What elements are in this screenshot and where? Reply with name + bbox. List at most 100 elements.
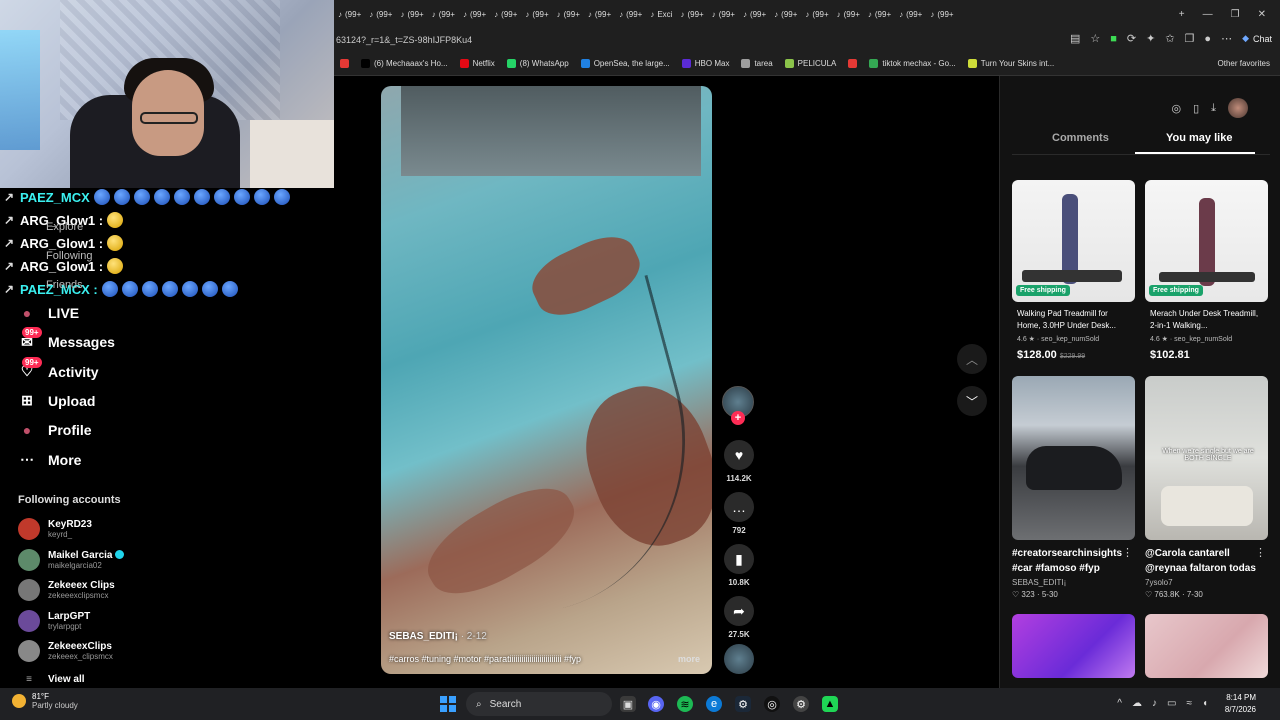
edge-icon[interactable]: e: [706, 696, 722, 712]
bookmark-item[interactable]: [334, 59, 355, 68]
video-author[interactable]: 7ysolo7: [1145, 578, 1268, 587]
browser-tab[interactable]: ♪ (99+: [739, 0, 770, 28]
wifi-icon[interactable]: ≈: [1186, 698, 1192, 709]
reader-icon[interactable]: ▤: [1070, 32, 1080, 45]
video-author[interactable]: SEBAS_EDITI¡ · 2-12: [389, 631, 487, 642]
sidebar-item-more[interactable]: ⋯ More: [18, 451, 81, 469]
browser-tab[interactable]: ♪ (99+: [490, 0, 521, 28]
download-icon[interactable]: ⤓: [1211, 102, 1216, 115]
discord-icon[interactable]: ◉: [648, 696, 664, 712]
star-icon[interactable]: ☆: [1090, 32, 1100, 45]
browser-tab[interactable]: ♪ (99+: [895, 0, 926, 28]
share-icon[interactable]: ➦: [724, 596, 754, 626]
volume-icon[interactable]: ◖: [1202, 698, 1208, 709]
windows-start-icon[interactable]: [440, 696, 456, 712]
bookmark-item[interactable]: HBO Max: [676, 59, 736, 68]
favorites-icon[interactable]: ✩: [1165, 32, 1174, 45]
sidebar-item-live[interactable]: ● LIVE: [18, 304, 79, 322]
previous-video-button[interactable]: ︿: [957, 344, 987, 374]
app-icon[interactable]: ▲: [822, 696, 838, 712]
user-avatar[interactable]: [1228, 98, 1248, 118]
settings-icon[interactable]: ⚙: [793, 696, 809, 712]
bookmark-item[interactable]: OpenSea, the large...: [575, 59, 676, 68]
browser-tab[interactable]: ♪ Exci: [646, 0, 676, 28]
spotify-icon[interactable]: ≋: [677, 696, 693, 712]
share-action[interactable]: ➦ 27.5K: [722, 596, 756, 639]
video-thumbnail[interactable]: [1145, 614, 1268, 678]
maximize-icon[interactable]: ❐: [1231, 9, 1240, 20]
bookmark-item[interactable]: PELICULA: [779, 59, 843, 68]
video-card[interactable]: When we're single but we are BOTH SINGLE…: [1145, 376, 1268, 599]
following-account[interactable]: Zekeeex Clips zekeeexclipsmcx: [18, 579, 115, 602]
product-thumbnail[interactable]: Free shipping: [1012, 180, 1135, 302]
microphone-icon[interactable]: ♪: [1152, 698, 1157, 709]
browser-tab[interactable]: ♪ (99+: [801, 0, 832, 28]
refresh-icon[interactable]: ⟳: [1127, 32, 1136, 45]
sidebar-item-friends[interactable]: Friends: [46, 279, 83, 291]
task-view-icon[interactable]: ▣: [620, 696, 636, 712]
browser-tab[interactable]: ♪ (99+: [553, 0, 584, 28]
video-thumbnail[interactable]: [1012, 614, 1135, 678]
browser-tab[interactable]: ♪ (99+: [676, 0, 707, 28]
more-menu-icon[interactable]: ⋯: [1221, 32, 1232, 45]
music-disc-icon[interactable]: [724, 644, 754, 674]
network-icon[interactable]: ☁: [1132, 698, 1142, 709]
bookmark-item[interactable]: (6) Mechaaax's Ho...: [355, 59, 454, 68]
following-account[interactable]: KeyRD23 keyrd_: [18, 518, 92, 540]
bookmark-item[interactable]: Netflix: [454, 59, 501, 68]
display-icon[interactable]: ▭: [1167, 698, 1176, 709]
tab-you-may-like[interactable]: You may like: [1166, 132, 1232, 144]
comment-action[interactable]: … 792: [722, 492, 756, 535]
sidebar-item-profile[interactable]: ● Profile: [18, 421, 92, 439]
video-card[interactable]: [1012, 614, 1135, 678]
product-card[interactable]: Free shipping Merach Under Desk Treadmil…: [1145, 180, 1268, 361]
new-tab-icon[interactable]: +: [1179, 9, 1185, 20]
browser-tab[interactable]: ♪ (99+: [864, 0, 895, 28]
bookmark-item[interactable]: tiktok mechax - Go...: [863, 59, 961, 68]
bookmark-item[interactable]: Turn Your Skins int...: [962, 59, 1061, 68]
browser-tab[interactable]: ♪ (99+: [396, 0, 427, 28]
sidebar-item-activity[interactable]: ♡ 99+ Activity: [18, 356, 99, 381]
following-account[interactable]: LarpGPT trylarpgpt: [18, 609, 90, 632]
copilot-chat-button[interactable]: ◆ Chat: [1242, 33, 1272, 44]
save-action[interactable]: ▮ 10.8K: [722, 544, 756, 587]
comment-icon[interactable]: …: [724, 492, 754, 522]
minimize-icon[interactable]: —: [1203, 9, 1213, 20]
chevron-up-icon[interactable]: ^: [1117, 698, 1122, 709]
sidebar-item-explore[interactable]: Explore: [46, 221, 83, 233]
like-action[interactable]: ♥ 114.2K: [722, 440, 756, 483]
browser-tab[interactable]: ♪ (99+: [926, 0, 957, 28]
address-bar[interactable]: 63124?_r=1&_t=ZS-98hIJFP8Ku4 ▤ ☆ ■ ⟳ ✦ ✩…: [334, 28, 1280, 52]
video-card[interactable]: #creatorsearchinsights #car #famoso #fyp…: [1012, 376, 1135, 599]
bookmark-icon[interactable]: ▮: [724, 544, 754, 574]
follow-plus-icon[interactable]: +: [731, 411, 745, 425]
browser-tab[interactable]: ♪ (99+: [521, 0, 552, 28]
steam-icon[interactable]: ⚙: [735, 696, 751, 712]
browser-tab[interactable]: ♪ (99+: [365, 0, 396, 28]
compass-icon[interactable]: ◎: [1171, 102, 1181, 115]
url-text[interactable]: 63124?_r=1&_t=ZS-98hIJFP8Ku4: [336, 35, 472, 45]
video-thumbnail[interactable]: When we're single but we are BOTH SINGLE: [1145, 376, 1268, 540]
sound-disc[interactable]: [722, 644, 756, 674]
browser-tab[interactable]: ♪ (99+: [770, 0, 801, 28]
video-player[interactable]: SEBAS_EDITI¡ · 2-12 #carros #tuning #mot…: [381, 86, 712, 674]
sidebar-item-messages[interactable]: ✉ 99+ Messages: [18, 327, 115, 351]
weather-widget[interactable]: 81°F Partly cloudy: [12, 692, 78, 710]
obs-icon[interactable]: ◎: [764, 696, 780, 712]
video-author[interactable]: SEBAS_EDITI¡: [1012, 578, 1135, 587]
extension-icon[interactable]: ■: [1110, 33, 1117, 45]
video-card[interactable]: [1145, 614, 1268, 678]
profile-avatar-icon[interactable]: ●: [1204, 33, 1211, 45]
collections-icon[interactable]: ❐: [1185, 32, 1195, 45]
taskbar-search[interactable]: ⌕ Search: [466, 692, 612, 716]
puzzle-icon[interactable]: ✦: [1146, 32, 1155, 45]
browser-tab[interactable]: ♪ (99+: [708, 0, 739, 28]
tab-comments[interactable]: Comments: [1052, 132, 1109, 144]
product-card[interactable]: Free shipping Walking Pad Treadmill for …: [1012, 180, 1135, 361]
bookmark-item[interactable]: tarea: [735, 59, 778, 68]
other-favorites[interactable]: Other favorites: [1218, 59, 1270, 68]
sidebar-item-following[interactable]: Following: [46, 250, 92, 262]
close-icon[interactable]: ✕: [1258, 9, 1266, 20]
kebab-menu-icon[interactable]: ⋮: [1255, 546, 1266, 559]
next-video-button[interactable]: ﹀: [957, 386, 987, 416]
